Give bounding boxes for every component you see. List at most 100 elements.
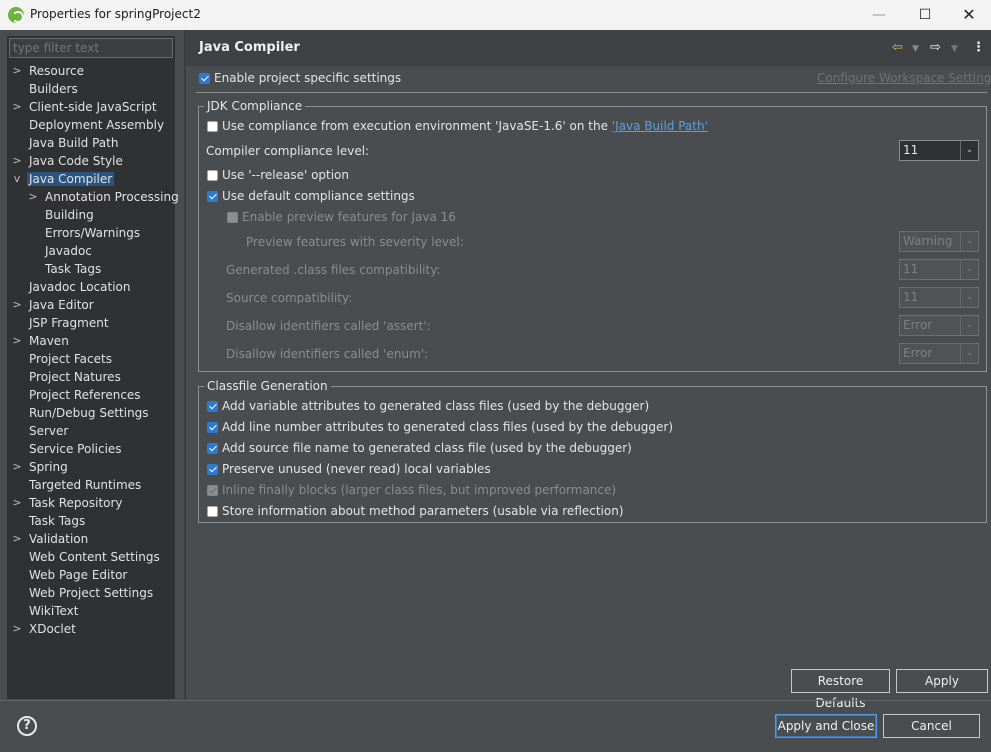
add-variable-attrs-checkbox[interactable] xyxy=(207,401,218,412)
enable-project-specific-checkbox[interactable] xyxy=(199,73,210,84)
tree-item-task-repository[interactable]: > Task Repository xyxy=(12,494,125,512)
tree-item-javadoc-location[interactable]: Javadoc Location xyxy=(27,278,132,296)
cancel-button[interactable]: Cancel xyxy=(883,714,980,738)
use-default-compliance-label: Use default compliance settings xyxy=(222,189,415,203)
chevron-right-icon[interactable]: > xyxy=(11,152,23,170)
java-build-path-link[interactable]: 'Java Build Path' xyxy=(612,119,708,133)
tree-item-web-project-settings[interactable]: Web Project Settings xyxy=(27,584,155,602)
sidebar: >Resource Builders >Client-side JavaScri… xyxy=(7,36,179,699)
back-arrow-icon[interactable]: ⇦ xyxy=(892,40,903,55)
tree-item-task-tags-compiler[interactable]: Task Tags xyxy=(43,260,103,278)
use-env-compliance-label: Use compliance from execution environmen… xyxy=(222,119,708,133)
tree-item-building[interactable]: Building xyxy=(43,206,96,224)
tree-item-client-side-javascript[interactable]: > Client-side JavaScript xyxy=(12,98,159,116)
tree-item-run-debug-settings[interactable]: Run/Debug Settings xyxy=(27,404,151,422)
compliance-level-select[interactable]: 11 ⌄ xyxy=(899,140,979,161)
footer-separator xyxy=(0,700,991,701)
use-default-compliance-checkbox[interactable] xyxy=(207,191,218,202)
source-compat-label: Source compatibility: xyxy=(226,291,353,305)
tree-item-java-build-path[interactable]: Java Build Path xyxy=(27,134,120,152)
preserve-unused-checkbox[interactable] xyxy=(207,464,218,475)
classfile-generation-title: Classfile Generation xyxy=(204,379,331,393)
tree-item-spring[interactable]: > Spring xyxy=(12,458,70,476)
tree-item-javadoc[interactable]: Javadoc xyxy=(43,242,94,260)
window-title: Properties for springProject2 xyxy=(30,7,201,21)
chevron-right-icon[interactable]: > xyxy=(11,296,23,314)
chevron-right-icon[interactable]: > xyxy=(11,458,23,476)
chevron-right-icon[interactable]: > xyxy=(11,494,23,512)
minimize-button[interactable]: — xyxy=(856,0,902,30)
filter-input[interactable] xyxy=(9,38,173,58)
tree-item-web-page-editor[interactable]: Web Page Editor xyxy=(27,566,129,584)
chevron-right-icon[interactable]: > xyxy=(27,188,39,206)
chevron-down-icon[interactable]: v xyxy=(11,170,23,188)
forward-dropdown-icon[interactable]: ▼ xyxy=(951,44,958,54)
tree-item-task-tags[interactable]: Task Tags xyxy=(27,512,87,530)
use-env-compliance-checkbox[interactable] xyxy=(207,121,218,132)
chevron-down-icon: ⌄ xyxy=(960,288,978,307)
tree-item-xdoclet[interactable]: > XDoclet xyxy=(12,620,78,638)
tree-item-maven[interactable]: > Maven xyxy=(12,332,71,350)
tree-item-builders[interactable]: Builders xyxy=(27,80,80,98)
chevron-right-icon[interactable]: > xyxy=(11,332,23,350)
tree-item-server[interactable]: Server xyxy=(27,422,70,440)
main-panel: Java Compiler ⇦ ▼ ⇨ ▼ ⋮ Enable project s… xyxy=(186,30,991,710)
add-source-file-checkbox[interactable] xyxy=(207,443,218,454)
tree-item-java-code-style[interactable]: > Java Code Style xyxy=(12,152,125,170)
view-menu-icon[interactable]: ⋮ xyxy=(972,40,985,55)
add-line-number-attrs-label: Add line number attributes to generated … xyxy=(222,420,674,434)
compliance-level-label: Compiler compliance level: xyxy=(206,144,370,158)
tree-item-project-facets[interactable]: Project Facets xyxy=(27,350,114,368)
configure-workspace-link[interactable]: Configure Workspace Settings... xyxy=(817,71,991,85)
restore-defaults-button[interactable]: Restore Defaults xyxy=(791,669,890,710)
enable-preview-checkbox[interactable] xyxy=(227,212,238,223)
close-button[interactable]: ✕ xyxy=(946,0,991,30)
chevron-right-icon[interactable]: > xyxy=(11,530,23,548)
store-method-params-label: Store information about method parameter… xyxy=(222,504,624,518)
chevron-right-icon[interactable]: > xyxy=(11,62,23,80)
store-method-params-checkbox[interactable] xyxy=(207,506,218,517)
tree-item-targeted-runtimes[interactable]: Targeted Runtimes xyxy=(27,476,143,494)
help-icon[interactable]: ? xyxy=(17,716,37,736)
chevron-down-icon: ⌄ xyxy=(960,316,978,335)
tree-item-resource[interactable]: > Resource xyxy=(12,62,86,80)
chevron-down-icon: ⌄ xyxy=(960,260,978,279)
apply-button[interactable]: Apply xyxy=(896,669,988,693)
use-release-checkbox[interactable] xyxy=(207,170,218,181)
back-dropdown-icon[interactable]: ▼ xyxy=(912,44,919,54)
tree-item-web-content-settings[interactable]: Web Content Settings xyxy=(27,548,162,566)
tree-item-java-compiler[interactable]: v Java Compiler xyxy=(14,170,115,188)
disallow-assert-select[interactable]: Error ⌄ xyxy=(899,315,979,336)
disallow-enum-label: Disallow identifiers called 'enum': xyxy=(226,347,429,361)
disallow-assert-label: Disallow identifiers called 'assert': xyxy=(226,319,431,333)
apply-and-close-button[interactable]: Apply and Close xyxy=(775,714,877,738)
chevron-right-icon[interactable]: > xyxy=(11,98,23,116)
forward-arrow-icon[interactable]: ⇨ xyxy=(930,40,941,55)
inline-finally-checkbox[interactable] xyxy=(207,485,218,496)
tree-item-deployment-assembly[interactable]: Deployment Assembly xyxy=(27,116,166,134)
add-line-number-attrs-checkbox[interactable] xyxy=(207,422,218,433)
source-compat-select[interactable]: 11 ⌄ xyxy=(899,287,979,308)
add-source-file-label: Add source file name to generated class … xyxy=(222,441,632,455)
generated-class-compat-select[interactable]: 11 ⌄ xyxy=(899,259,979,280)
tree-item-annotation-processing[interactable]: > Annotation Processing xyxy=(28,188,181,206)
maximize-button[interactable]: ☐ xyxy=(902,0,948,30)
disallow-enum-select[interactable]: Error ⌄ xyxy=(899,343,979,364)
tree-item-service-policies[interactable]: Service Policies xyxy=(27,440,124,458)
tree-item-project-references[interactable]: Project References xyxy=(27,386,143,404)
tree-item-jsp-fragment[interactable]: JSP Fragment xyxy=(27,314,111,332)
tree-item-wikitext[interactable]: WikiText xyxy=(27,602,81,620)
jdk-compliance-title: JDK Compliance xyxy=(204,99,306,113)
enable-project-specific-label: Enable project specific settings xyxy=(214,71,402,85)
page-title: Java Compiler xyxy=(199,40,300,55)
tree-item-errors-warnings[interactable]: Errors/Warnings xyxy=(43,224,142,242)
preview-severity-select[interactable]: Warning ⌄ xyxy=(899,231,979,252)
chevron-down-icon: ⌄ xyxy=(960,141,978,160)
tree-item-java-editor[interactable]: > Java Editor xyxy=(12,296,96,314)
chevron-right-icon[interactable]: > xyxy=(11,620,23,638)
tree-item-project-natures[interactable]: Project Natures xyxy=(27,368,123,386)
generated-class-compat-label: Generated .class files compatibility: xyxy=(226,263,441,277)
add-variable-attrs-label: Add variable attributes to generated cla… xyxy=(222,399,650,413)
tree-item-validation[interactable]: > Validation xyxy=(12,530,90,548)
enable-preview-label: Enable preview features for Java 16 xyxy=(242,210,456,224)
